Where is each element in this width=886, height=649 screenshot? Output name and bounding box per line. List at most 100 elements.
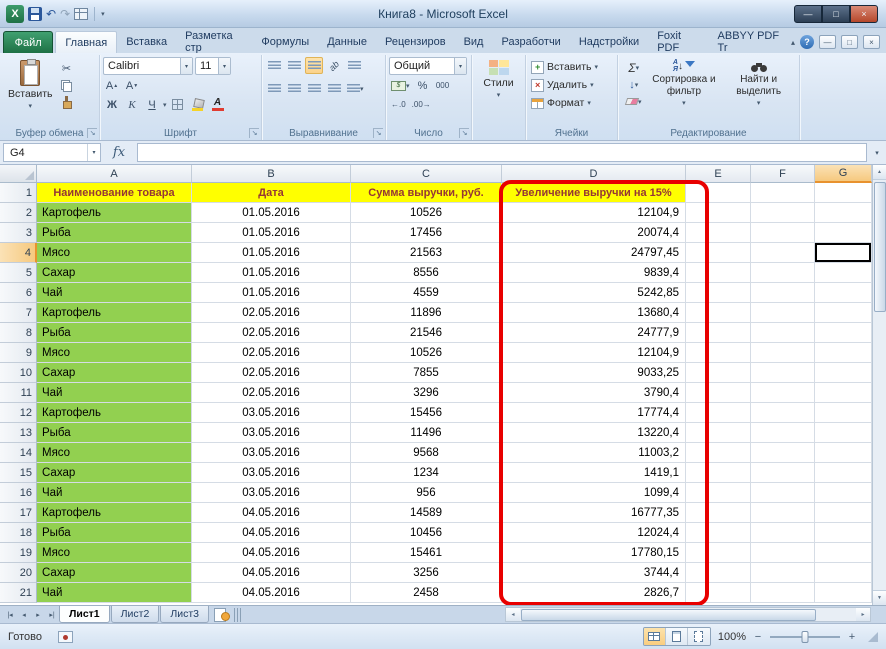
excel-logo-icon[interactable]: X [6, 4, 24, 23]
collapse-ribbon-icon[interactable]: ▴ [791, 38, 795, 47]
cell-A13[interactable]: Рыба [37, 423, 192, 443]
cell-E4[interactable] [686, 243, 751, 263]
page-break-view-button[interactable] [687, 628, 710, 645]
active-cell-G4[interactable] [815, 243, 872, 263]
cell-C4[interactable]: 21563 [351, 243, 502, 263]
cell-B1[interactable]: Дата [192, 183, 351, 203]
cell-B17[interactable]: 04.05.2016 [192, 503, 351, 523]
cell-B7[interactable]: 02.05.2016 [192, 303, 351, 323]
cell-F7[interactable] [751, 303, 815, 323]
row-header-3[interactable]: 3 [0, 223, 37, 243]
cell-G17[interactable] [815, 503, 872, 523]
maximize-button[interactable]: □ [822, 4, 850, 23]
cell-B3[interactable]: 01.05.2016 [192, 223, 351, 243]
cell-B2[interactable]: 01.05.2016 [192, 203, 351, 223]
cell-A15[interactable]: Сахар [37, 463, 192, 483]
cell-B13[interactable]: 03.05.2016 [192, 423, 351, 443]
prev-sheet-icon[interactable]: ◂ [17, 608, 31, 622]
row-header-2[interactable]: 2 [0, 203, 37, 223]
grow-font-button[interactable]: А ▲ [103, 77, 121, 94]
column-header-E[interactable]: E [686, 165, 751, 183]
ribbon-tab-8[interactable]: Разработчи [492, 31, 569, 53]
font-color-button[interactable]: А [209, 96, 227, 113]
cell-D11[interactable]: 3790,4 [502, 383, 686, 403]
cell-C19[interactable]: 15461 [351, 543, 502, 563]
cell-E19[interactable] [686, 543, 751, 563]
cell-C17[interactable]: 14589 [351, 503, 502, 523]
cell-F8[interactable] [751, 323, 815, 343]
cell-F19[interactable] [751, 543, 815, 563]
cell-A2[interactable]: Картофель [37, 203, 192, 223]
cell-C1[interactable]: Сумма выручки, руб. [351, 183, 502, 203]
vertical-scroll-thumb[interactable] [873, 182, 886, 312]
cell-E11[interactable] [686, 383, 751, 403]
horizontal-scroll-thumb[interactable] [521, 608, 816, 621]
clear-button[interactable]: ▾ [621, 93, 647, 110]
delete-cells-button[interactable]: × Удалить ▾ [529, 76, 614, 94]
cell-E6[interactable] [686, 283, 751, 303]
zoom-in-button[interactable]: + [847, 631, 857, 643]
column-header-G[interactable]: G [815, 165, 872, 183]
align-center-button[interactable] [285, 80, 303, 97]
cell-D21[interactable]: 2826,7 [502, 583, 686, 603]
cell-A14[interactable]: Мясо [37, 443, 192, 463]
cell-F17[interactable] [751, 503, 815, 523]
cell-B5[interactable]: 01.05.2016 [192, 263, 351, 283]
accounting-format-button[interactable]: $ ▾ [389, 77, 412, 94]
number-format-combo[interactable]: Общий ▾ [389, 57, 467, 75]
align-right-button[interactable] [305, 80, 323, 97]
cell-F20[interactable] [751, 563, 815, 583]
horizontal-scrollbar[interactable]: ◂ ▸ [505, 607, 871, 622]
cell-C11[interactable]: 3296 [351, 383, 502, 403]
cell-D19[interactable]: 17780,15 [502, 543, 686, 563]
row-header-16[interactable]: 16 [0, 483, 37, 503]
cell-B14[interactable]: 03.05.2016 [192, 443, 351, 463]
cell-A12[interactable]: Картофель [37, 403, 192, 423]
select-all-button[interactable] [0, 165, 37, 183]
cell-C3[interactable]: 17456 [351, 223, 502, 243]
row-header-18[interactable]: 18 [0, 523, 37, 543]
cell-G13[interactable] [815, 423, 872, 443]
cell-E17[interactable] [686, 503, 751, 523]
cell-B12[interactable]: 03.05.2016 [192, 403, 351, 423]
sheet-tab-Лист3[interactable]: Лист3 [160, 606, 209, 623]
cell-G6[interactable] [815, 283, 872, 303]
redo-icon[interactable]: ↷ [60, 7, 70, 21]
cell-B9[interactable]: 02.05.2016 [192, 343, 351, 363]
cell-D4[interactable]: 24797,45 [502, 243, 686, 263]
cell-D12[interactable]: 17774,4 [502, 403, 686, 423]
italic-button[interactable]: К [123, 96, 141, 113]
cell-B19[interactable]: 04.05.2016 [192, 543, 351, 563]
number-dialog-launcher-icon[interactable]: ↘ [459, 128, 469, 138]
cell-B4[interactable]: 01.05.2016 [192, 243, 351, 263]
cell-E2[interactable] [686, 203, 751, 223]
ribbon-tab-2[interactable]: Вставка [117, 31, 176, 53]
cell-C20[interactable]: 3256 [351, 563, 502, 583]
cell-D14[interactable]: 11003,2 [502, 443, 686, 463]
insert-worksheet-button[interactable] [212, 607, 230, 622]
cell-E12[interactable] [686, 403, 751, 423]
cell-F4[interactable] [751, 243, 815, 263]
find-select-button[interactable]: Найти и выделить ▾ [721, 57, 796, 107]
cell-B20[interactable]: 04.05.2016 [192, 563, 351, 583]
align-bottom-button[interactable] [305, 57, 323, 74]
cell-F3[interactable] [751, 223, 815, 243]
paste-button[interactable]: Вставить ▾ [3, 57, 58, 113]
zoom-slider[interactable] [770, 630, 840, 643]
cell-C14[interactable]: 9568 [351, 443, 502, 463]
cell-F12[interactable] [751, 403, 815, 423]
cell-E21[interactable] [686, 583, 751, 603]
cell-E10[interactable] [686, 363, 751, 383]
row-header-12[interactable]: 12 [0, 403, 37, 423]
cell-G12[interactable] [815, 403, 872, 423]
cell-A19[interactable]: Мясо [37, 543, 192, 563]
formula-input[interactable] [137, 143, 867, 162]
cell-G3[interactable] [815, 223, 872, 243]
ribbon-tab-1[interactable]: Главная [55, 31, 118, 53]
fill-color-button[interactable] [189, 96, 207, 113]
orientation-button[interactable]: ab [325, 57, 343, 74]
cell-D13[interactable]: 13220,4 [502, 423, 686, 443]
cell-A1[interactable]: Наименование товара [37, 183, 192, 203]
scroll-right-icon[interactable]: ▸ [856, 608, 870, 621]
cell-E14[interactable] [686, 443, 751, 463]
